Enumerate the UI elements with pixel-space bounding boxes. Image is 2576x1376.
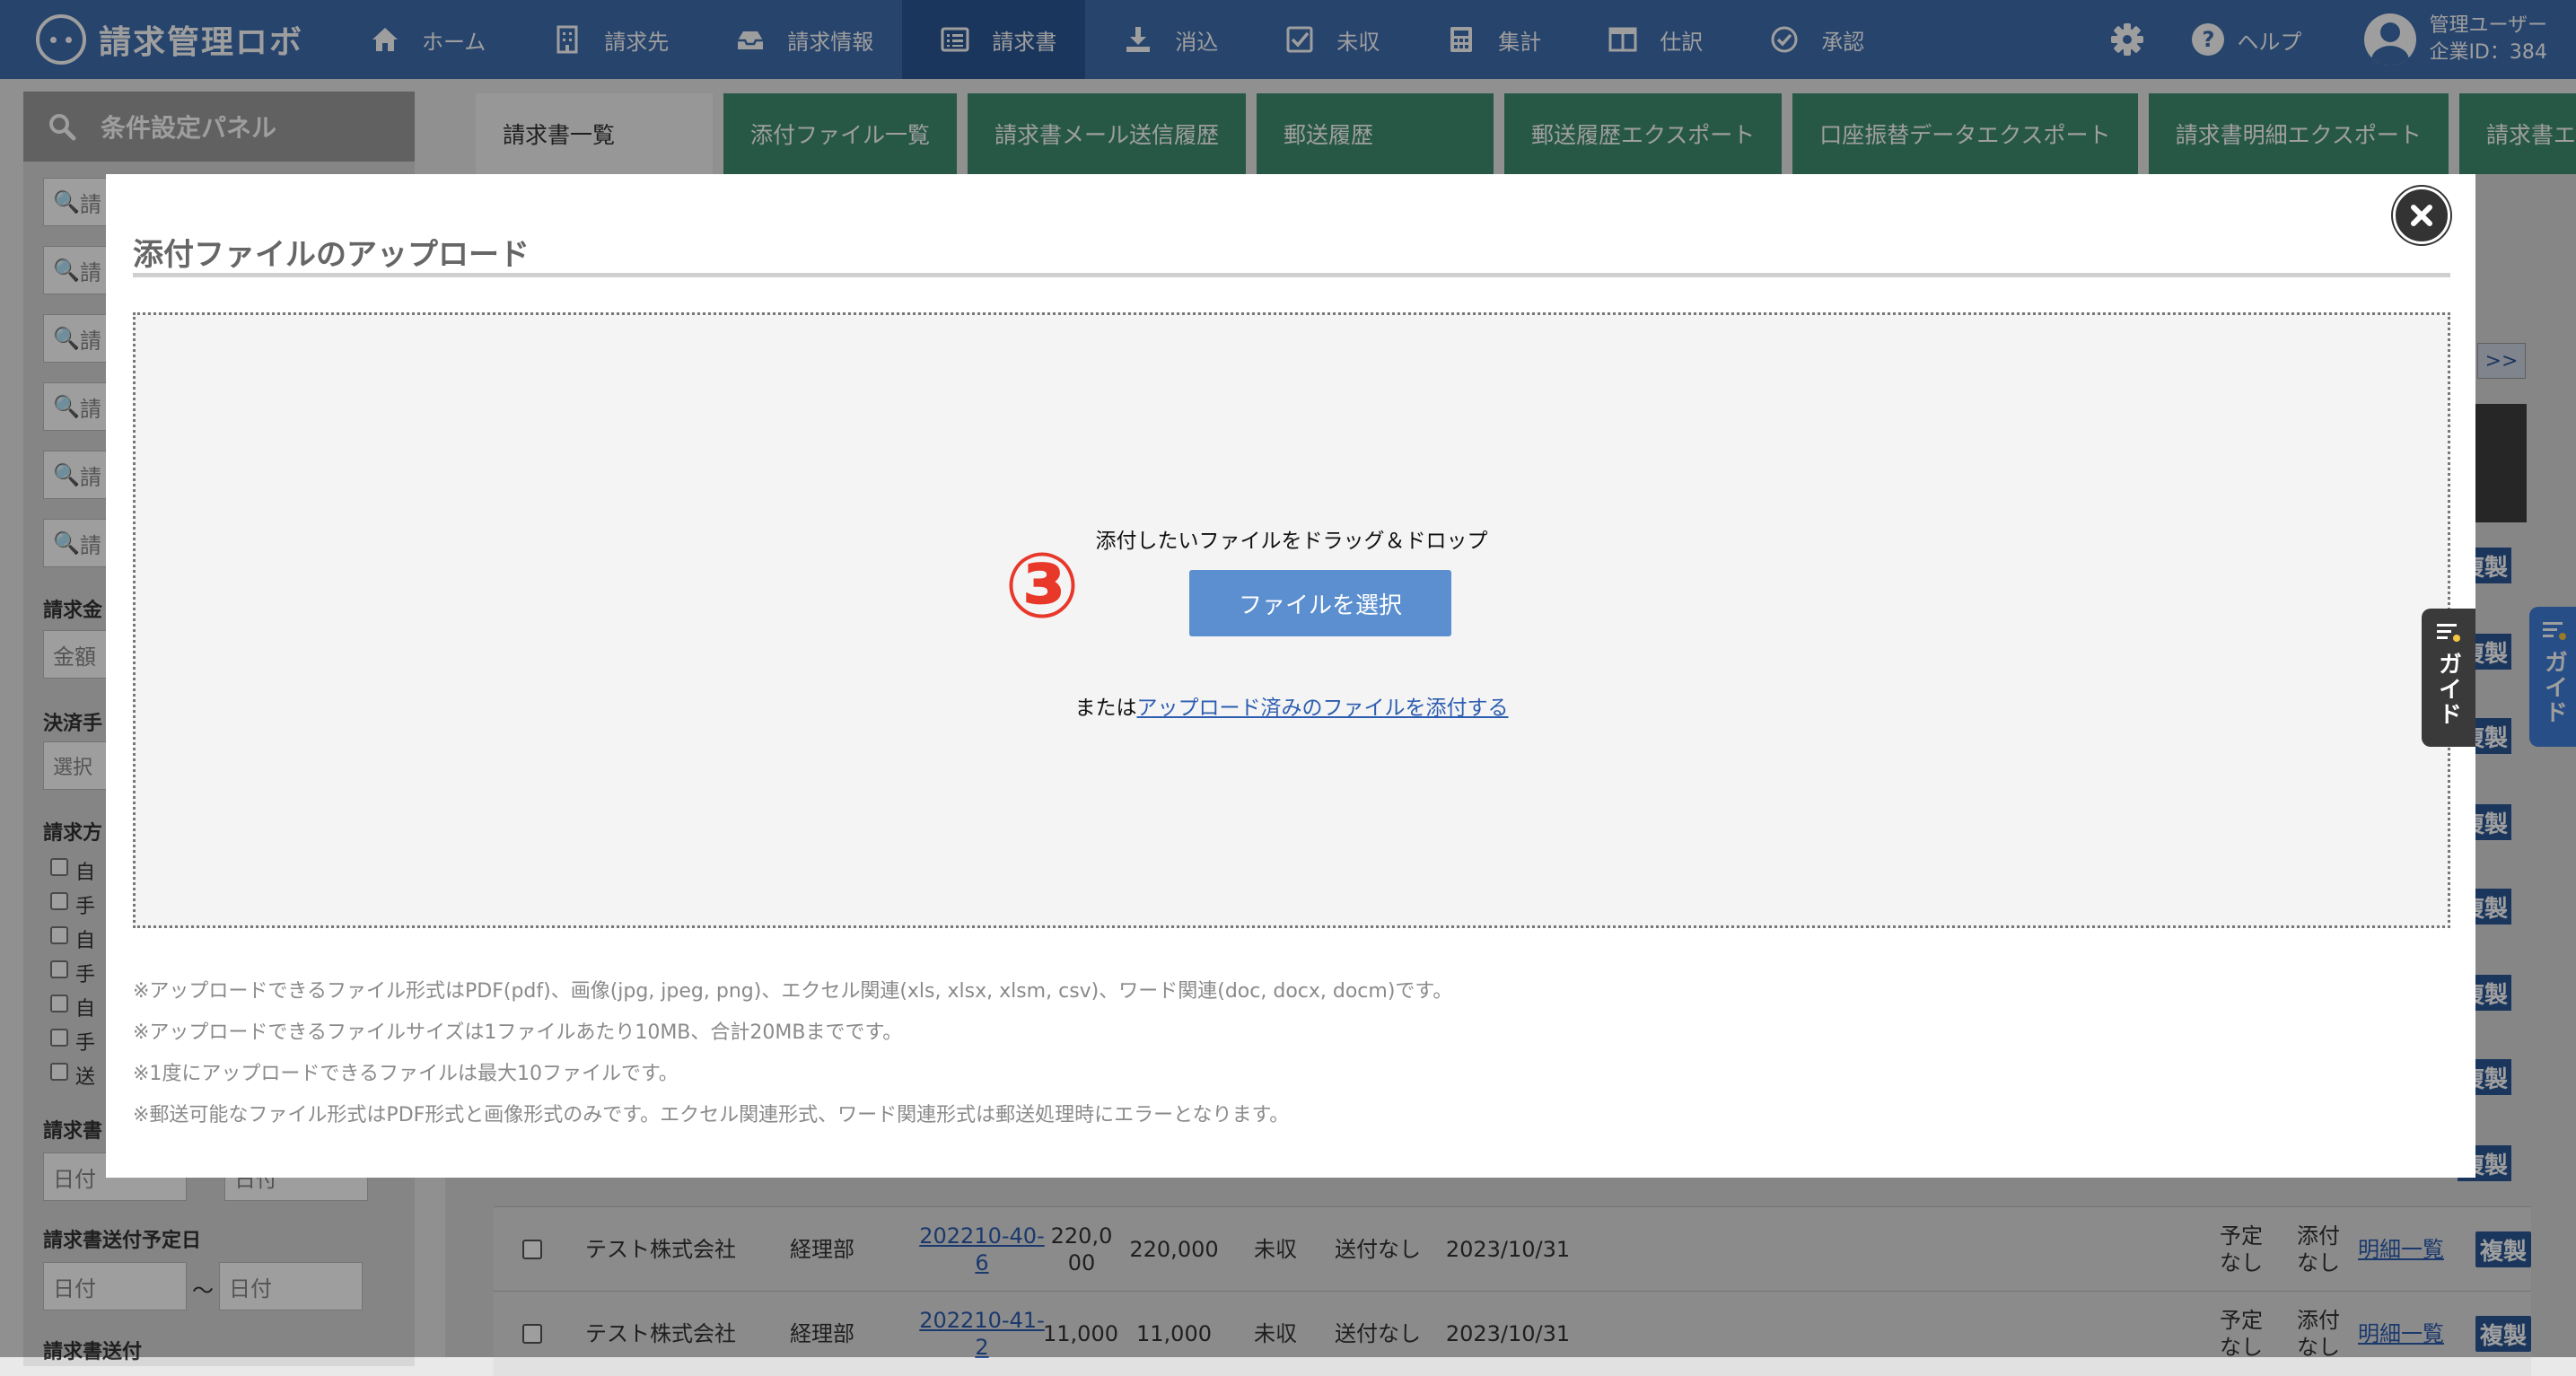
file-drop-zone[interactable]: 添付したいファイルをドラッグ＆ドロップ ③ ファイルを選択 またはアップロード済… — [133, 312, 2450, 928]
drop-instruction: 添付したいファイルをドラッグ＆ドロップ — [1095, 530, 1488, 553]
step-marker: ③ — [1003, 533, 1081, 638]
modal-guide-tab[interactable]: ガイド — [2422, 609, 2475, 747]
modal-title: 添付ファイルのアップロード — [133, 237, 530, 273]
title-divider — [133, 273, 2450, 277]
close-button[interactable] — [2393, 187, 2450, 244]
upload-modal: 添付ファイルのアップロード 添付したいファイルをドラッグ＆ドロップ ③ ファイル… — [106, 174, 2475, 1178]
or-prefix: または — [1074, 697, 1137, 720]
note-file-count: ※1度にアップロードできるファイルは最大10ファイルです。 — [133, 1063, 679, 1085]
select-file-button[interactable]: ファイルを選択 — [1189, 570, 1451, 636]
note-postal-formats: ※郵送可能なファイル形式はPDF形式と画像形式のみです。エクセル関連形式、ワード… — [133, 1104, 1290, 1126]
upload-notes: ※アップロードできるファイル形式はPDF(pdf)、画像(jpg, jpeg, … — [133, 971, 1452, 1136]
note-file-types: ※アップロードできるファイル形式はPDF(pdf)、画像(jpg, jpeg, … — [133, 980, 1453, 1003]
close-icon — [2411, 205, 2432, 226]
note-file-size: ※アップロードできるファイルサイズは1ファイルあたり10MB、合計20MBまでで… — [133, 1021, 903, 1044]
attach-uploaded-link[interactable]: アップロード済みのファイルを添付する — [1137, 697, 1509, 720]
guide-icon — [2437, 624, 2460, 642]
or-line: またはアップロード済みのファイルを添付する — [136, 690, 2448, 721]
guide-label: ガイド — [2434, 652, 2462, 727]
